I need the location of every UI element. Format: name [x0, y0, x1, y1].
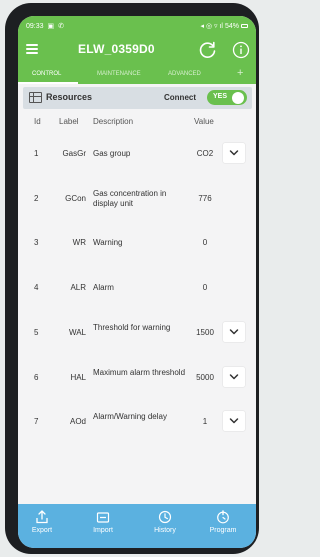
tab-control[interactable]: CONTROL [32, 71, 61, 77]
row-label: WAL [68, 327, 86, 337]
row-description: Warning [93, 238, 123, 248]
tab-bar: CONTROL MAINTENANCE ADVANCED + [18, 64, 256, 84]
table-row: 1 GasGr Gas group CO2 [18, 133, 256, 177]
row-value: 776 [198, 193, 212, 203]
value-dropdown-button[interactable] [223, 366, 245, 387]
info-icon[interactable] [232, 41, 250, 59]
history-icon [158, 510, 172, 524]
program-icon [217, 510, 229, 524]
value-dropdown-button[interactable] [223, 321, 245, 342]
refresh-icon[interactable] [198, 40, 218, 60]
tab-maintenance[interactable]: MAINTENANCE [97, 71, 141, 77]
row-label: WR [72, 238, 86, 248]
row-id: 1 [34, 149, 39, 158]
status-time: 09:33 [26, 22, 44, 30]
import-label: Import [93, 527, 113, 534]
connect-toggle-label: YES [213, 93, 228, 100]
app-bar: ELW_0359D0 [18, 36, 256, 64]
add-tab-icon[interactable]: + [237, 67, 243, 79]
import-icon [96, 512, 110, 523]
row-value: 0 [202, 283, 208, 293]
notification-icons: ▣ ✆ [47, 23, 65, 30]
status-bar: 09:33 ▣ ✆ ◂ ◎ ▿ ıl 54% [18, 16, 256, 36]
phone-frame: 09:33 ▣ ✆ ◂ ◎ ▿ ıl 54% ELW_0359D0 CONTRO… [5, 3, 259, 554]
battery-level: 54% [224, 22, 239, 30]
row-id: 5 [34, 327, 39, 337]
row-label: HAL [70, 372, 86, 382]
table-icon [29, 92, 42, 103]
chevron-down-icon [229, 150, 239, 156]
row-label: ALR [70, 283, 86, 293]
table-header: Id Label Description Value [18, 109, 256, 133]
chevron-down-icon [229, 418, 239, 424]
row-value: 1500 [196, 327, 214, 337]
table-row: 2 GCon Gas concentration in display unit 77… [18, 178, 256, 222]
resources-header: Resources Connect YES [23, 87, 252, 109]
program-button[interactable]: Program [201, 510, 245, 534]
row-value: CO2 [196, 149, 214, 158]
program-label: Program [209, 527, 237, 534]
table-row: 5 WAL Threshold for warning 1500 [18, 312, 256, 356]
row-label: GasGr [62, 149, 86, 158]
tab-advanced[interactable]: ADVANCED [168, 71, 201, 77]
table-row: 4 ALR Alarm 0 [18, 267, 256, 311]
hamburger-menu-icon[interactable] [26, 44, 38, 54]
history-button[interactable]: History [143, 510, 187, 534]
row-description: Maximum alarm threshold [93, 367, 186, 377]
row-id: 6 [34, 372, 39, 382]
value-dropdown-button[interactable] [223, 143, 245, 163]
row-description: Gas group [93, 149, 131, 158]
resources-title: Resources [46, 92, 93, 102]
device-title: ELW_0359D0 [78, 42, 155, 56]
import-button[interactable]: Import [81, 510, 125, 534]
system-icons: ◂ ◎ ▿ ıl 54% [200, 22, 248, 30]
chevron-down-icon [229, 373, 239, 379]
header-description: Description [93, 117, 134, 126]
connect-label: Connect [164, 93, 196, 102]
row-label: AOd [69, 417, 86, 427]
app-screen: 09:33 ▣ ✆ ◂ ◎ ▿ ıl 54% ELW_0359D0 CONTRO… [18, 16, 256, 548]
bottom-action-bar: Export Import History Program [18, 504, 256, 548]
row-id: 4 [34, 283, 39, 293]
row-description: Threshold for warning [93, 322, 171, 332]
export-label: Export [31, 527, 53, 534]
table-row: 3 WR Warning 0 [18, 222, 256, 266]
active-tab-indicator [18, 82, 78, 84]
toggle-knob [232, 91, 244, 104]
row-description: Gas concentration in display unit [93, 188, 167, 208]
table-row: 7 AOd Alarm/Warning delay 1 [18, 401, 256, 445]
export-button[interactable]: Export [20, 510, 64, 534]
header-label: Label [59, 117, 79, 126]
signal-icons: ◂ ◎ ▿ ıl [200, 23, 223, 30]
row-value: 5000 [196, 372, 214, 382]
chevron-down-icon [229, 329, 239, 335]
row-label: GCon [65, 193, 86, 203]
row-value: 1 [202, 417, 208, 427]
header-id: Id [34, 117, 41, 126]
history-label: History [154, 527, 176, 534]
row-id: 3 [34, 238, 39, 248]
row-id: 7 [34, 417, 39, 427]
value-dropdown-button[interactable] [223, 411, 245, 432]
row-value: 0 [202, 238, 208, 248]
row-id: 2 [34, 193, 39, 203]
table-row: 6 HAL Maximum alarm threshold 5000 [18, 357, 256, 401]
battery-icon [241, 24, 248, 28]
connect-toggle[interactable]: YES [207, 90, 247, 105]
header-value: Value [194, 117, 214, 126]
export-icon [36, 510, 48, 524]
row-description: Alarm [93, 283, 114, 293]
row-description: Alarm/Warning delay [93, 412, 167, 422]
